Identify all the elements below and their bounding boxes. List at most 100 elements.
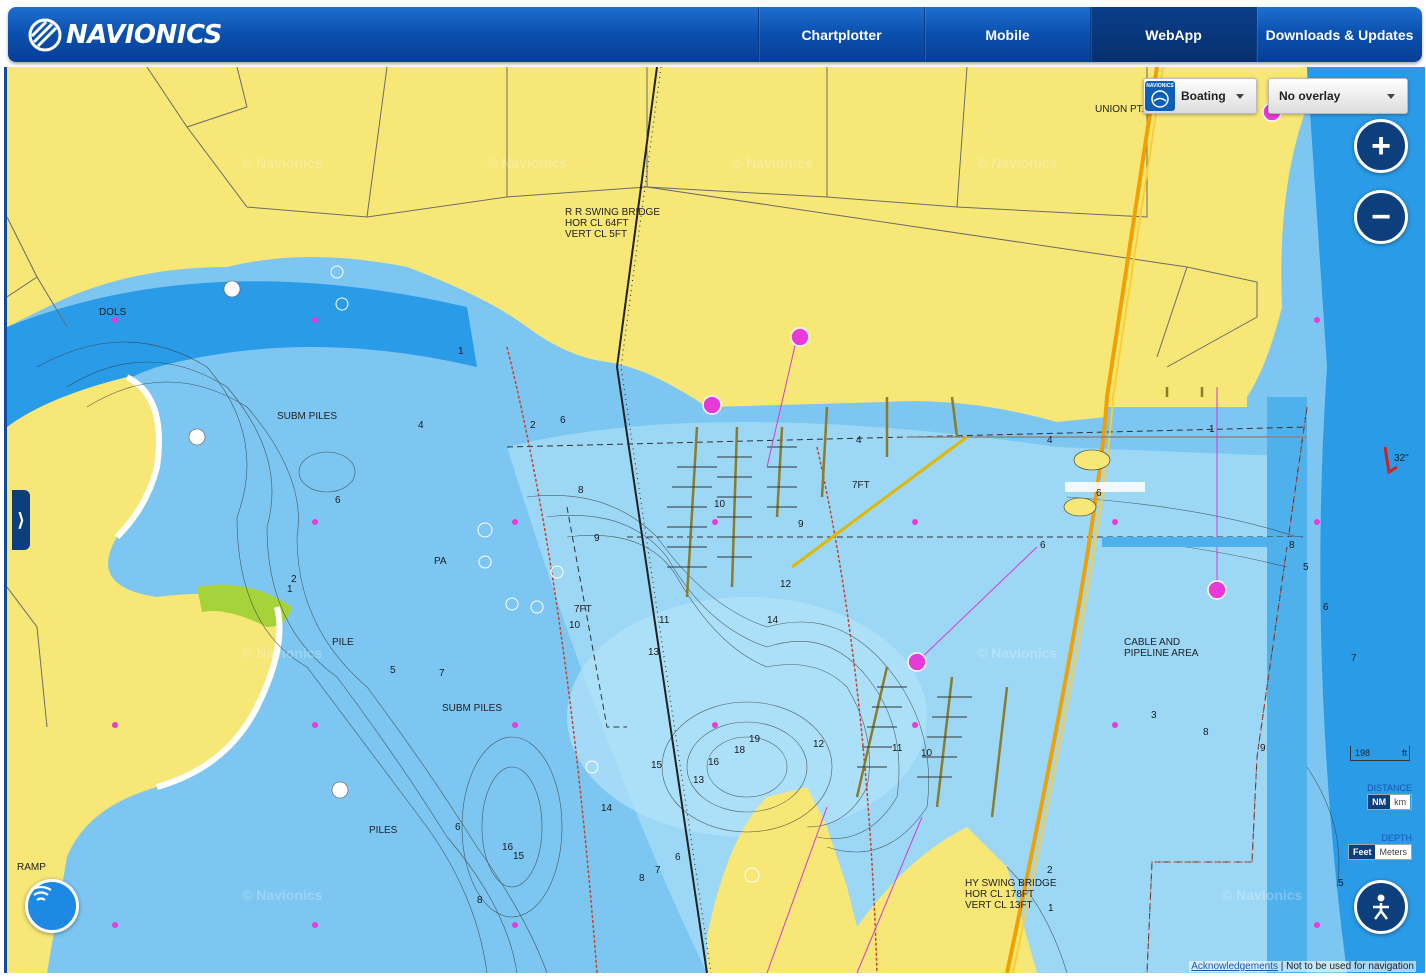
map-watermark: © Navionics — [242, 155, 323, 171]
mode-label: Boating — [1181, 89, 1226, 103]
depth-sounding: 1 — [1048, 903, 1054, 914]
depth-sounding: 14 — [601, 803, 613, 814]
depth-sounding: 15 — [513, 851, 525, 862]
top-navigation-bar: NAVIONICS Chartplotter Mobile WebApp Dow… — [8, 7, 1422, 62]
zoom-out-button[interactable]: − — [1354, 190, 1408, 244]
depth-sounding: 11 — [892, 743, 903, 754]
nav-mobile[interactable]: Mobile — [924, 7, 1090, 62]
depth-sounding: 1 — [287, 584, 293, 595]
depth-sounding: 14 — [767, 615, 779, 626]
depth-sounding: 9 — [594, 533, 600, 544]
label-piles: PILES — [369, 825, 398, 836]
depth-sounding: 6 — [1096, 488, 1102, 499]
locate-me-button[interactable] — [1354, 880, 1408, 934]
depth-sounding: 7 — [1351, 653, 1357, 664]
person-icon — [1373, 894, 1389, 920]
nav-chartplotter[interactable]: Chartplotter — [758, 7, 924, 62]
depth-sounding: 7 — [655, 865, 661, 876]
depth-sounding: 15 — [651, 760, 663, 771]
depth-sounding: 1 — [458, 346, 464, 357]
label-pa: PA — [434, 556, 447, 567]
depth-sounding: 9 — [1260, 743, 1266, 754]
depth-sounding: 9 — [798, 519, 804, 530]
overlay-selector[interactable]: No overlay — [1268, 78, 1408, 114]
depth-sounding: 12 — [813, 739, 825, 750]
depth-sounding: 4 — [418, 420, 424, 431]
depth-sounding: 16 — [708, 757, 720, 768]
unit-km[interactable]: km — [1390, 795, 1411, 809]
depth-sounding: 8 — [1203, 727, 1209, 738]
map-watermark: © Navionics — [1222, 887, 1303, 903]
label-depth-7ft: 7FT — [852, 480, 870, 491]
depth-sounding: 13 — [648, 647, 660, 658]
boat-wave-icon — [1151, 90, 1169, 108]
sonar-button[interactable] — [25, 879, 79, 933]
depth-sounding: 7 — [439, 668, 445, 679]
depth-unit-toggle: DEPTH Feet Meters — [1347, 833, 1412, 860]
navionics-logo[interactable]: NAVIONICS — [28, 18, 222, 52]
depth-sounding: 5 — [1338, 878, 1344, 889]
map-watermark: © Navionics — [977, 645, 1058, 661]
unit-meters[interactable]: Meters — [1375, 845, 1411, 859]
map-watermark: © Navionics — [242, 887, 323, 903]
unit-nm[interactable]: NM — [1368, 795, 1391, 809]
depth-sounding: 19 — [749, 734, 761, 745]
label-union-point: UNION PT. — [1095, 104, 1145, 115]
map-scale-bar: 198 ft — [1350, 746, 1410, 761]
depth-sounding: 2 — [530, 420, 536, 431]
map-watermark: © Navionics — [732, 155, 813, 171]
nav-webapp[interactable]: WebApp — [1090, 7, 1256, 62]
depth-sounding: 5 — [390, 665, 396, 676]
depth-sounding: 8 — [477, 895, 483, 906]
depth-sounding: 6 — [455, 822, 461, 833]
map-watermark: © Navionics — [977, 155, 1058, 171]
depth-sounding: 8 — [578, 485, 584, 496]
depth-sounding: 4 — [1047, 435, 1053, 446]
map-watermark: © Navionics — [242, 645, 323, 661]
depth-sounding: 10 — [569, 620, 581, 631]
main-nav: Chartplotter Mobile WebApp Downloads & U… — [758, 7, 1422, 62]
depth-sounding: 6 — [335, 495, 341, 506]
distance-label: DISTANCE — [1367, 783, 1412, 793]
depth-sounding: 16 — [502, 842, 514, 853]
brand-wordmark: NAVIONICS — [66, 20, 222, 50]
navionics-globe-icon — [28, 18, 62, 52]
depth-sounding: 13 — [693, 775, 705, 786]
depth-sounding: 12 — [780, 579, 792, 590]
label-subm-piles: SUBM PILES — [442, 703, 503, 714]
nav-downloads-updates[interactable]: Downloads & Updates — [1256, 7, 1422, 62]
depth-sounding: 6 — [1040, 540, 1046, 551]
distance-unit-toggle: DISTANCE NM km — [1367, 783, 1412, 810]
depth-sounding: 18 — [734, 745, 746, 756]
depth-sounding: 2 — [1047, 865, 1053, 876]
depth-sounding: 1 — [1209, 424, 1215, 435]
overlay-label: No overlay — [1279, 89, 1341, 103]
navigation-disclaimer: Not to be used for navigation — [1286, 961, 1414, 972]
label-cable-pipeline-area: CABLE AND PIPELINE AREA — [1124, 637, 1199, 659]
label-subm-piles: SUBM PILES — [277, 411, 338, 422]
map-footer: Acknowledgements | Not to be used for na… — [1189, 961, 1416, 972]
depth-sounding: 4 — [856, 435, 862, 446]
depth-sounding: 8 — [1289, 540, 1295, 551]
sonar-icon — [30, 885, 52, 901]
chevron-down-icon — [1236, 94, 1244, 99]
label-pile: PILE — [332, 637, 354, 648]
depth-sounding: 6 — [1323, 602, 1329, 613]
label-dols: DOLS — [99, 307, 127, 318]
label-ramp: RAMP — [17, 862, 46, 873]
side-panel-toggle[interactable]: ⟩ — [12, 490, 30, 550]
depth-sounding: 10 — [921, 748, 933, 759]
map-watermark: © Navionics — [487, 155, 568, 171]
unit-feet[interactable]: Feet — [1348, 845, 1376, 859]
depth-sounding: 3 — [1151, 710, 1157, 721]
acknowledgements-link[interactable]: Acknowledgements — [1191, 961, 1278, 972]
zoom-in-button[interactable]: + — [1354, 119, 1408, 173]
chevron-down-icon — [1387, 94, 1395, 99]
depth-label: DEPTH — [1381, 833, 1412, 843]
label-rr-swing-bridge: R R SWING BRIDGE HOR CL 64FT VERT CL 5FT — [565, 207, 661, 240]
nautical-chart-map[interactable]: © Navionics © Navionics © Navionics © Na… — [4, 67, 1425, 973]
chart-canvas — [7, 67, 1425, 973]
depth-sounding: 6 — [560, 415, 566, 426]
mode-selector[interactable]: NAVIONICS Boating — [1143, 78, 1257, 114]
label-hy-swing-bridge: HY SWING BRIDGE HOR CL 178FT VERT CL 13F… — [965, 878, 1057, 911]
